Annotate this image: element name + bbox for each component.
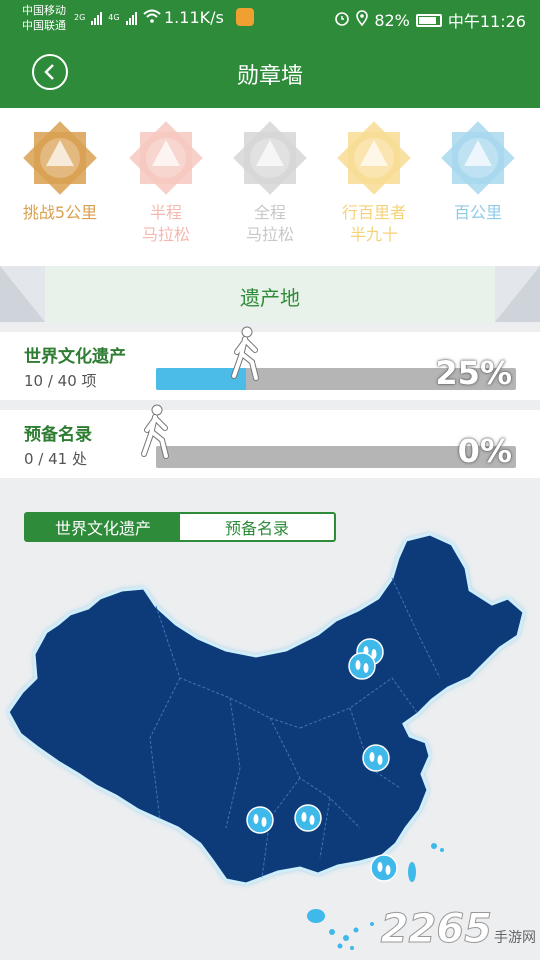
- watermark-site: 手游网: [494, 930, 536, 946]
- badge-label: 百公里: [453, 203, 502, 222]
- medal-icon: [233, 121, 307, 195]
- app-header: 勋章墙: [0, 36, 540, 108]
- signal-icon: [125, 11, 137, 25]
- progress-row-world-heritage[interactable]: 世界文化遗产 10 / 40 项 25%: [0, 326, 540, 400]
- progress-count: 10 / 40 项: [24, 372, 97, 390]
- signal-icon: [91, 11, 103, 25]
- section-header: 遗产地: [0, 266, 540, 322]
- section-title: 遗产地: [240, 286, 300, 310]
- badge-1[interactable]: 半程 马拉松: [120, 120, 212, 246]
- progress-name: 世界文化遗产: [24, 347, 126, 367]
- badge-label: 挑战5公里: [22, 203, 98, 222]
- medal-icon: [441, 121, 515, 195]
- badge-label: 行百里者 半九十: [341, 203, 406, 244]
- badge-wall: 挑战5公里 半程 马拉松 全程 马拉松 行百里者 半九十 百公里: [0, 108, 540, 266]
- net-type-1: 2G: [74, 13, 86, 22]
- badge-2[interactable]: 全程 马拉松: [224, 120, 316, 246]
- progress-percent: 0%: [457, 432, 512, 470]
- status-bar: 中国移动 中国联通 2G 4G 1.11K/s 82% 中午11:26: [0, 0, 540, 36]
- footprints-icon[interactable]: [362, 744, 390, 772]
- watermark: 2265 手游网: [380, 906, 536, 953]
- progress-percent: 25%: [435, 354, 512, 392]
- app-notification-icon: [236, 8, 254, 26]
- progress-count: 0 / 41 处: [24, 450, 87, 468]
- carrier-2: 中国联通: [22, 19, 66, 32]
- progress-row-tentative-list[interactable]: 预备名录 0 / 41 处 0%: [0, 404, 540, 478]
- walker-icon: [228, 326, 264, 386]
- badge-label: 半程 马拉松: [141, 203, 190, 244]
- watermark-number: 2265: [380, 906, 492, 953]
- footprints-icon[interactable]: [246, 806, 274, 834]
- network-speed: 1.11K/s: [164, 8, 224, 27]
- signal-icons: 2G 4G: [74, 9, 161, 26]
- china-map[interactable]: [0, 528, 540, 958]
- carrier-names: 中国移动 中国联通: [22, 3, 66, 33]
- medal-icon: [23, 121, 97, 195]
- wifi-icon: [142, 9, 161, 26]
- page-title: 勋章墙: [236, 64, 303, 89]
- medal-icon: [129, 121, 203, 195]
- footprints-icon[interactable]: [294, 804, 322, 832]
- alarm-icon: [334, 10, 350, 30]
- badge-0[interactable]: 挑战5公里: [14, 120, 106, 224]
- progress-name: 预备名录: [24, 425, 92, 445]
- walker-icon: [138, 404, 174, 464]
- battery-icon: [415, 13, 442, 27]
- heritage-map-panel: 世界文化遗产 预备名录 2265 手游网: [0, 488, 540, 960]
- status-right: 82% 中午11:26: [334, 8, 526, 32]
- carrier-1: 中国移动: [22, 4, 66, 17]
- footprints-icon[interactable]: [370, 854, 398, 882]
- net-type-2: 4G: [108, 13, 120, 22]
- badge-3[interactable]: 行百里者 半九十: [328, 120, 420, 246]
- battery-percent: 82%: [374, 10, 410, 30]
- location-icon: [356, 10, 369, 30]
- footprints-icon[interactable]: [348, 652, 376, 680]
- medal-icon: [337, 121, 411, 195]
- clock: 中午11:26: [447, 12, 526, 31]
- badge-label: 全程 马拉松: [245, 203, 294, 244]
- badge-4[interactable]: 百公里: [432, 120, 524, 224]
